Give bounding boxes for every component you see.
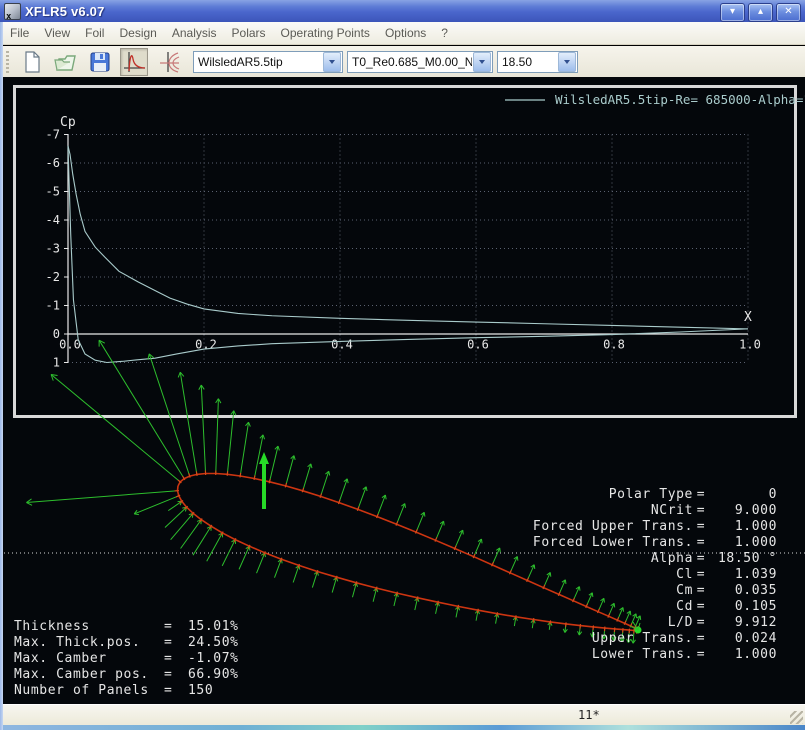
save-file-button[interactable] [86,48,114,76]
menu-item-file[interactable]: File [10,26,29,40]
menu-item-design[interactable]: Design [119,26,156,40]
status-bar: 11* [0,704,805,726]
info-row: Forced Lower Trans.=1.000 [370,535,777,551]
xflr5-window: XFLR5 v6.07 ▾ ▴ ✕ File View Foil Design Anal… [0,0,805,730]
info-row: Cd=0.105 [370,599,777,615]
chevron-down-icon[interactable] [323,52,341,72]
info-row: Thickness=15.01% [14,619,294,635]
info-row: Upper Trans.=0.024 [370,631,777,647]
menu-item-options[interactable]: Options [385,26,426,40]
polar-select-value: T0_Re0.685_M0.00_N9.0 [348,55,472,69]
open-file-button[interactable] [52,48,80,76]
info-row: Max. Camber=-1.07% [14,651,294,667]
toolbar-drag-handle[interactable] [6,51,9,73]
resize-grip[interactable] [790,711,803,724]
menu-item--[interactable]: ? [441,26,448,40]
menu-bar: File View Foil Design Analysis Polars Operatin… [0,22,805,45]
info-row: Alpha=18.50 ° [370,551,777,567]
minimize-button[interactable]: ▾ [720,3,745,22]
tool-bar: WilsledAR5.5tip T0_Re0.685_M0.00_N9.0 18… [0,46,805,77]
info-row: L/D=9.912 [370,615,777,631]
new-file-button[interactable] [18,48,46,76]
open-folder-icon [54,51,78,73]
window-left-edge [0,22,3,730]
cp-plot-frame [13,85,797,418]
title-bar[interactable]: XFLR5 v6.07 ▾ ▴ ✕ [0,0,805,22]
window-bottom-edge [0,725,805,730]
menu-item-polars[interactable]: Polars [232,26,266,40]
menu-item-view[interactable]: View [44,26,70,40]
menu-item-operating-points[interactable]: Operating Points [281,26,370,40]
info-row: Cl=1.039 [370,567,777,583]
foil-properties-panel: Thickness=15.01%Max. Thick.pos.=24.50%Ma… [14,619,294,699]
polar-view-button[interactable] [154,48,182,76]
menu-item-foil[interactable]: Foil [85,26,104,40]
cp-graph-icon [122,50,146,74]
polar-select[interactable]: T0_Re0.685_M0.00_N9.0 [347,51,493,73]
info-row: Forced Upper Trans.=1.000 [370,519,777,535]
info-row: Max. Thick.pos.=24.50% [14,635,294,651]
info-row: Cm=0.035 [370,583,777,599]
window-title: XFLR5 v6.07 [25,4,105,19]
info-row: Polar Type=0 [370,487,777,503]
alpha-select[interactable]: 18.50 [497,51,578,73]
new-file-icon [22,51,42,73]
app-icon [4,3,21,20]
operating-point-panel: Polar Type=0NCrit=9.000Forced Upper Tran… [370,487,777,663]
chevron-down-icon[interactable] [473,52,491,72]
close-button[interactable]: ✕ [776,3,801,22]
foil-select-value: WilsledAR5.5tip [194,55,322,69]
info-row: Lower Trans.=1.000 [370,647,777,663]
menu-item-analysis[interactable]: Analysis [172,26,217,40]
foil-select[interactable]: WilsledAR5.5tip [193,51,343,73]
maximize-button[interactable]: ▴ [748,3,773,22]
info-row: Max. Camber pos.=66.90% [14,667,294,683]
save-floppy-icon [89,51,111,73]
polar-graph-icon [156,50,180,74]
chevron-down-icon[interactable] [558,52,576,72]
cp-view-button[interactable] [120,48,148,76]
alpha-select-value: 18.50 [498,55,557,69]
info-row: Number of Panels=150 [14,683,294,699]
status-message: 11* [578,708,600,722]
info-row: NCrit=9.000 [370,503,777,519]
